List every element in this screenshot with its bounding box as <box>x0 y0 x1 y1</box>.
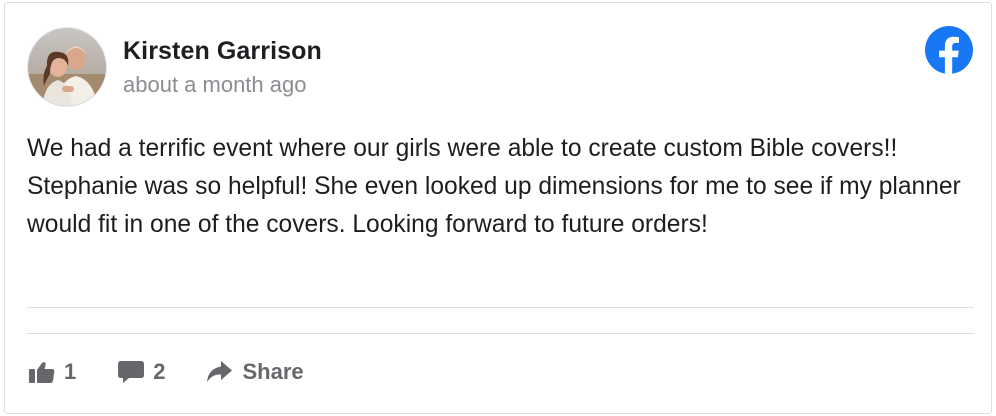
facebook-icon[interactable] <box>925 26 973 74</box>
review-card: Kirsten Garrison about a month ago We ha… <box>4 2 992 414</box>
like-count: 1 <box>64 359 77 384</box>
comment-button[interactable]: 2 <box>118 359 166 385</box>
comment-count: 2 <box>153 359 166 384</box>
author-name[interactable]: Kirsten Garrison <box>123 37 322 66</box>
share-arrow-icon <box>206 361 232 383</box>
share-button[interactable]: Share <box>206 359 304 385</box>
avatar-photo <box>28 28 106 106</box>
thumbs-up-icon <box>29 361 55 383</box>
review-text: We had a terrific event where our girls … <box>27 135 961 238</box>
comment-bubble-icon <box>118 361 145 383</box>
divider <box>27 307 974 308</box>
like-button[interactable]: 1 <box>29 359 76 385</box>
post-timestamp[interactable]: about a month ago <box>123 72 306 98</box>
action-bar: 1 2 Share <box>29 359 304 385</box>
divider <box>27 333 974 334</box>
share-label: Share <box>242 359 304 384</box>
avatar[interactable] <box>27 27 107 107</box>
